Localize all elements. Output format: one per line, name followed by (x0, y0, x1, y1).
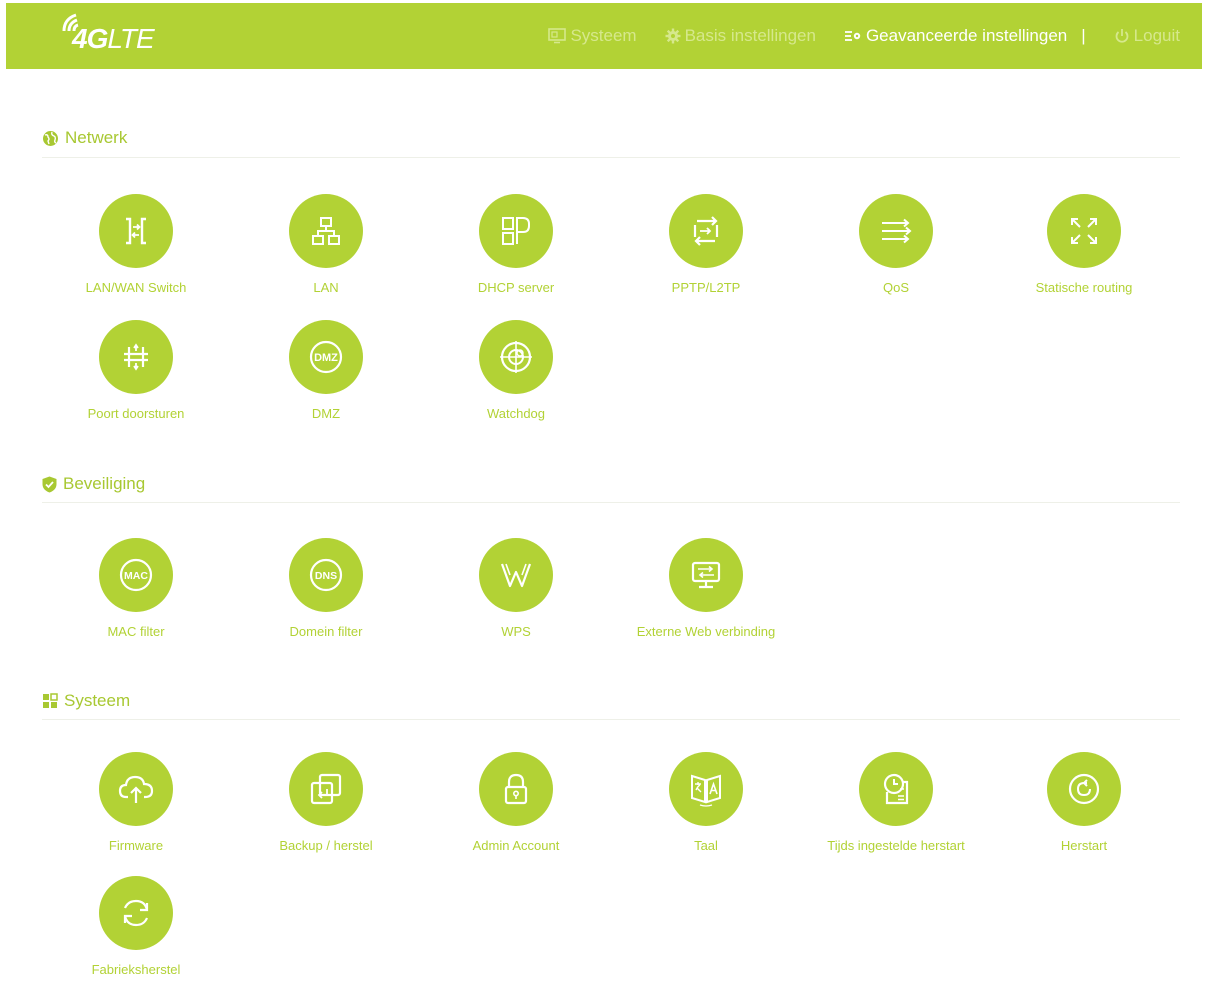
tile-qos[interactable]: QoS (801, 194, 991, 295)
globe-icon (43, 130, 58, 146)
tile-label: Domein filter (289, 624, 363, 639)
tile-tijds-ingestelde-herstart[interactable]: Tijds ingestelde herstart (801, 752, 991, 853)
tile-poort-doorsturen[interactable]: Poort doorsturen (41, 320, 231, 421)
lan-wan-switch-icon (99, 194, 173, 268)
power-icon (1115, 29, 1128, 43)
tile-label: Taal (694, 838, 718, 853)
section-beveiliging-label: Beveiliging (63, 474, 146, 493)
advanced-settings-icon (844, 31, 861, 41)
nav-basis-instellingen[interactable]: Basis instellingen (665, 26, 816, 46)
tile-label: Admin Account (472, 838, 560, 853)
tile-statische-routing[interactable]: Statische routing (989, 194, 1179, 295)
tile-watchdog[interactable]: Watchdog (421, 320, 611, 421)
tile-label: LAN (313, 280, 339, 295)
section-netwerk-label: Netwerk (65, 128, 128, 147)
tile-herstart[interactable]: Herstart (989, 752, 1179, 853)
tile-label: Herstart (1060, 838, 1108, 853)
nav-geavanceerd-label: Geavanceerde instellingen (865, 26, 1068, 45)
nav-separator: | (1081, 26, 1086, 45)
tile-dmz[interactable]: DMZ DMZ (231, 320, 421, 421)
tile-pptp-l2tp[interactable]: PPTP/L2TP (611, 194, 801, 295)
section-divider (42, 502, 1180, 503)
factory-reset-refresh-icon (99, 876, 173, 950)
section-systeem-title: Systeem (42, 691, 130, 711)
tile-label: PPTP/L2TP (671, 280, 741, 295)
tile-backup-herstel[interactable]: Backup / herstel (231, 752, 421, 853)
logo-text: 4GLTE (72, 23, 155, 54)
nav-basis-label: Basis instellingen (684, 26, 816, 45)
shield-check-icon (42, 476, 57, 492)
mac-filter-icon: MAC (99, 538, 173, 612)
pptp-vpn-icon (669, 194, 743, 268)
nav-systeem[interactable]: Systeem (548, 26, 637, 46)
tile-label: Fabrieksherstel (91, 962, 181, 977)
tile-label: Firmware (108, 838, 164, 853)
gear-icon (665, 28, 681, 44)
apps-grid-icon (43, 693, 58, 708)
lock-icon (479, 752, 553, 826)
expand-routing-icon (1047, 194, 1121, 268)
brand-logo[interactable]: 4GLTE (60, 11, 170, 54)
qos-arrows-icon (859, 194, 933, 268)
dhcp-server-icon (479, 194, 553, 268)
tile-label: DMZ (311, 406, 341, 421)
tile-label: MAC filter (107, 624, 165, 639)
section-divider (42, 719, 1180, 720)
nav-loguit-label: Loguit (1133, 26, 1180, 45)
tile-wps[interactable]: WPS (421, 538, 611, 639)
tile-label: DHCP server (477, 280, 555, 295)
tile-externe-web-verbinding[interactable]: Externe Web verbinding (611, 538, 801, 639)
wps-icon (479, 538, 553, 612)
remote-web-icon (669, 538, 743, 612)
tile-label: Tijds ingestelde herstart (827, 838, 965, 853)
tile-dhcp-server[interactable]: DHCP server (421, 194, 611, 295)
main-nav: Systeem Basis instellingen Geavanceerde … (520, 3, 1180, 69)
cloud-upload-icon (99, 752, 173, 826)
monitor-icon (548, 28, 567, 44)
tile-admin-account[interactable]: Admin Account (421, 752, 611, 853)
tile-label: Poort doorsturen (87, 406, 185, 421)
tile-lan[interactable]: LAN (231, 194, 421, 295)
restart-icon (1047, 752, 1121, 826)
top-navbar: 4GLTE Systeem Basis instellingen Geavanc… (6, 3, 1202, 69)
svg-text:DNS: DNS (315, 570, 337, 582)
tile-label: Backup / herstel (279, 838, 373, 853)
language-translate-icon (669, 752, 743, 826)
nav-loguit[interactable]: Loguit (1114, 26, 1180, 46)
section-divider (42, 157, 1180, 158)
tile-label: WPS (501, 624, 531, 639)
nav-geavanceerde-instellingen[interactable]: Geavanceerde instellingen (844, 26, 1067, 46)
tile-fabrieksherstel[interactable]: Fabrieksherstel (41, 876, 231, 977)
backup-restore-icon (289, 752, 363, 826)
svg-text:DMZ: DMZ (314, 352, 338, 364)
dmz-icon: DMZ (289, 320, 363, 394)
tile-label: Watchdog (486, 406, 546, 421)
section-beveiliging-title: Beveiliging (42, 474, 145, 494)
tile-taal[interactable]: Taal (611, 752, 801, 853)
lan-network-icon (289, 194, 363, 268)
tile-label: QoS (882, 280, 909, 295)
tile-firmware[interactable]: Firmware (41, 752, 231, 853)
tile-mac-filter[interactable]: MAC MAC filter (41, 538, 231, 639)
section-systeem-label: Systeem (64, 691, 131, 710)
tile-domein-filter[interactable]: DNS Domein filter (231, 538, 421, 639)
tile-label: Statische routing (1035, 280, 1133, 295)
port-forward-icon (99, 320, 173, 394)
tile-label: LAN/WAN Switch (85, 280, 187, 295)
watchdog-target-icon (479, 320, 553, 394)
nav-systeem-label: Systeem (570, 26, 637, 45)
tile-label: Externe Web verbinding (636, 624, 776, 639)
dns-filter-icon: DNS (289, 538, 363, 612)
svg-text:MAC: MAC (124, 570, 148, 582)
section-netwerk-title: Netwerk (42, 128, 127, 148)
tile-lan-wan-switch[interactable]: LAN/WAN Switch (41, 194, 231, 295)
scheduled-reboot-icon (859, 752, 933, 826)
